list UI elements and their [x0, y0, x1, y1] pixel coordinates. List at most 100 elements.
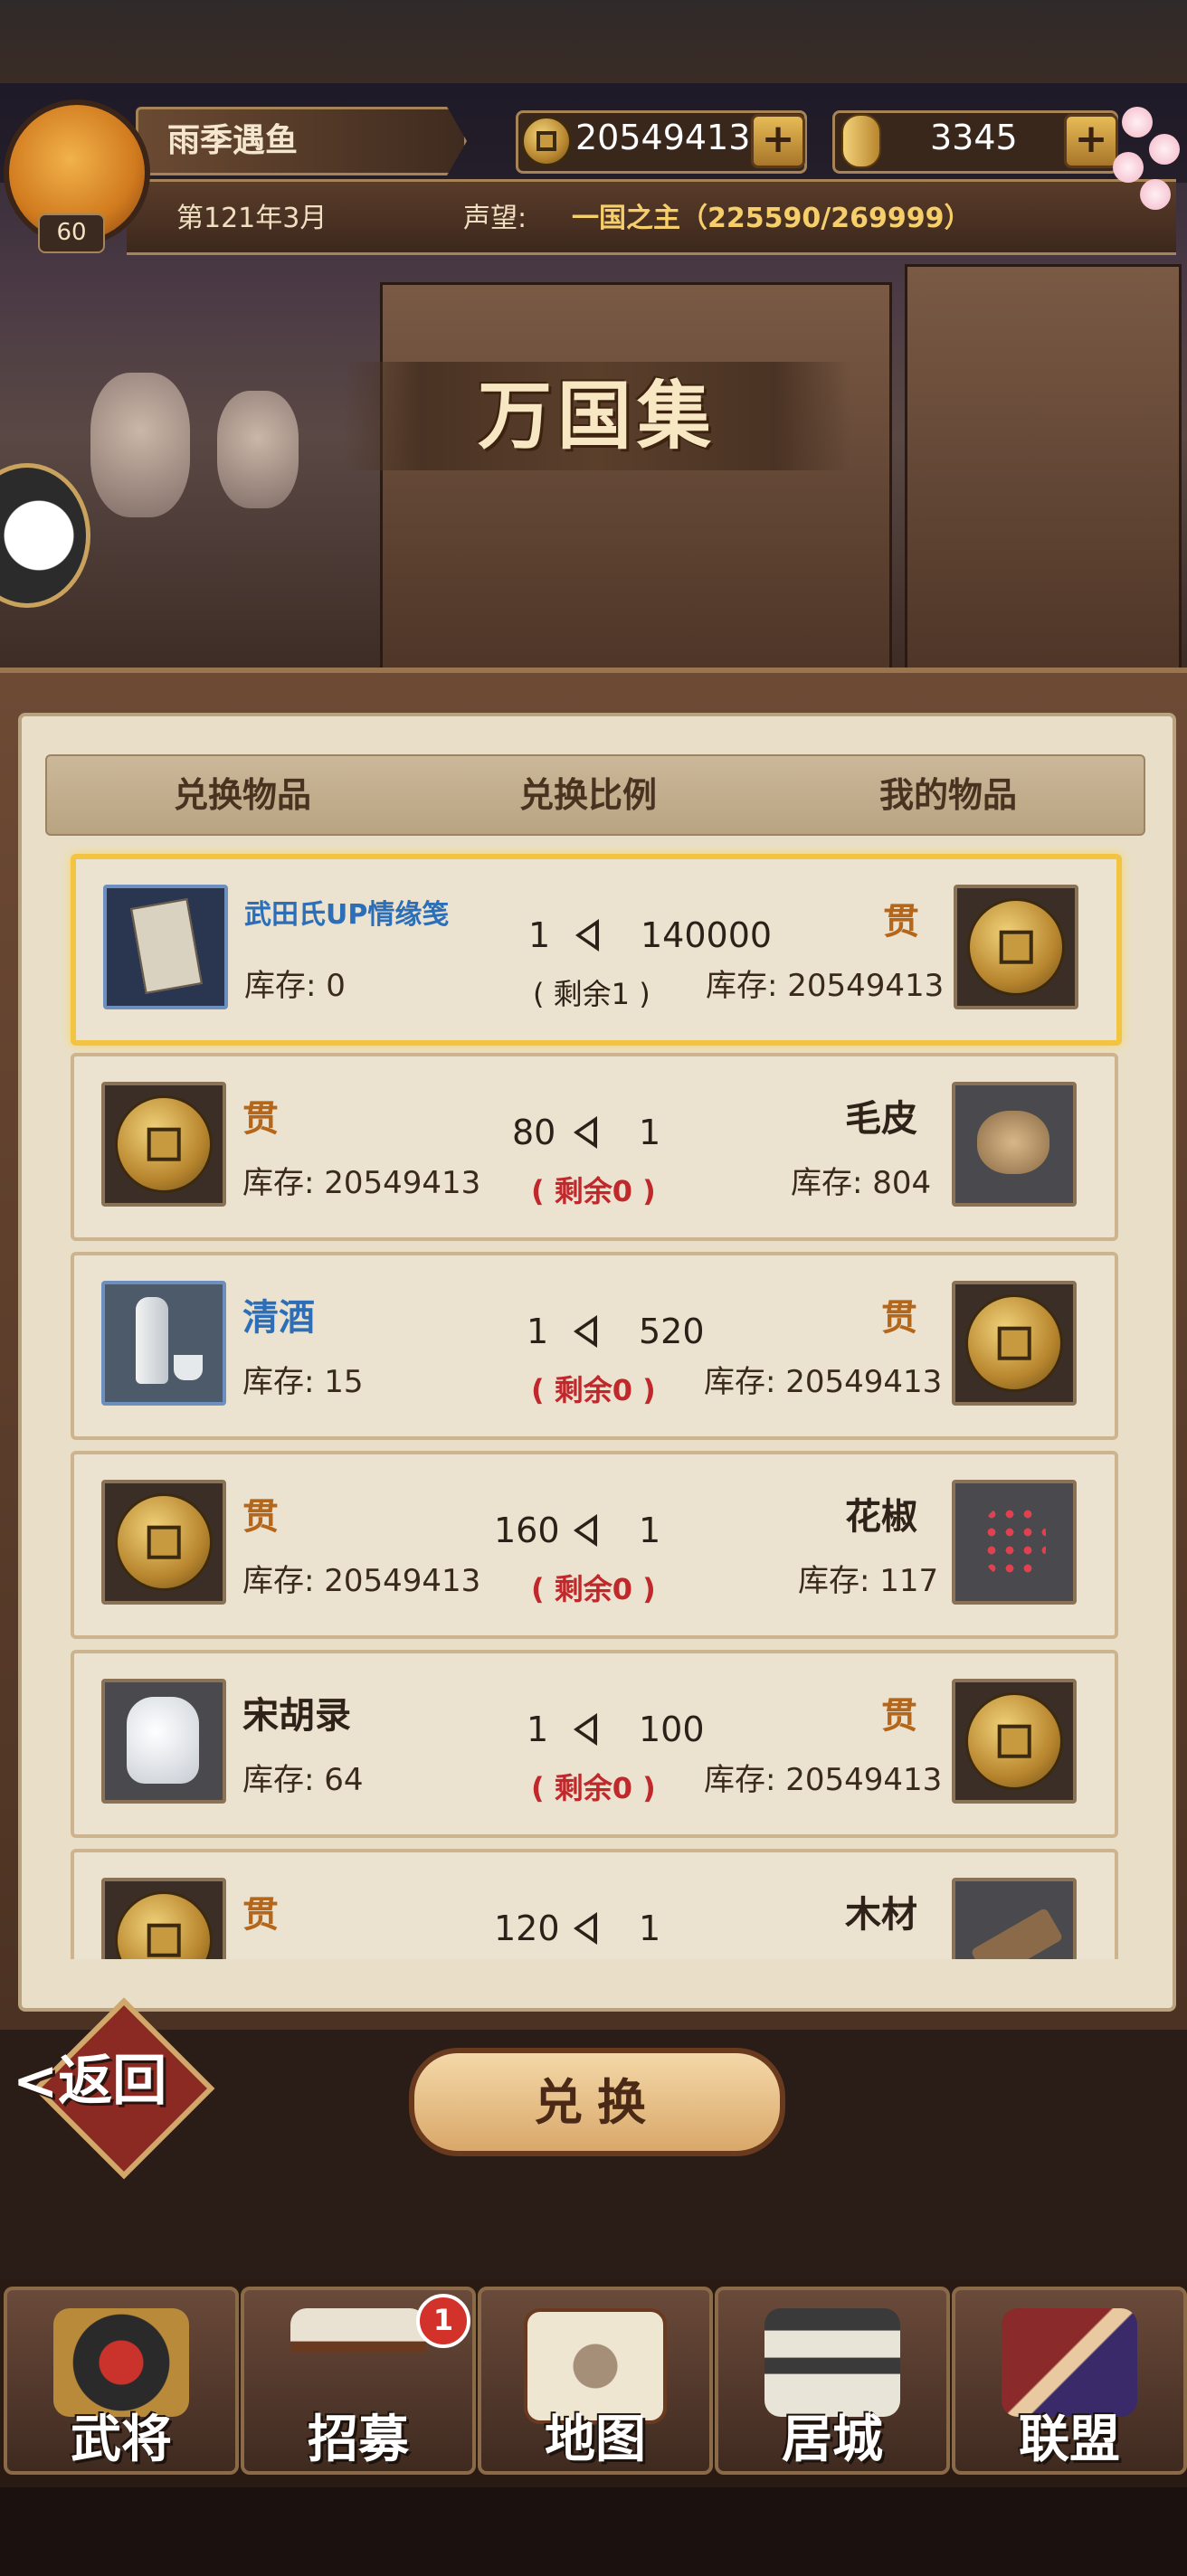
exchange-row[interactable]: 贯 120 1 木材 — [71, 1849, 1118, 1959]
row-remain: ( 剩余0 ) — [531, 1174, 656, 1208]
nav-map-label: 地图 — [545, 2410, 646, 2469]
nav-map[interactable]: 地图 — [478, 2287, 713, 2475]
row-ratio-left: 1 — [527, 1312, 549, 1351]
sake-item-icon — [101, 1281, 226, 1406]
exchange-row[interactable]: 贯 库存: 20549413 160 1 ( 剩余0 ) 花椒 库存: 117 — [71, 1451, 1118, 1639]
row-remain: ( 剩余0 ) — [531, 1771, 656, 1805]
row-ratio-right: 1 — [639, 1908, 661, 1948]
sawankhalok-jar-item-icon — [101, 1679, 226, 1804]
top-band — [0, 0, 1187, 83]
row-right-stock: 库存: 804 — [791, 1165, 932, 1201]
row-right-stock: 库存: 20549413 — [706, 968, 945, 1004]
cherry-blossom-decoration — [1095, 107, 1185, 224]
wood-item-icon — [952, 1878, 1077, 1959]
exchange-list[interactable]: 武田氏UP情缘笺 库存: 0 1 140000 ( 剩余1 ) 贯 库存: 20… — [45, 841, 1142, 1959]
row-ratio-right: 100 — [639, 1709, 705, 1749]
row-left-name: 贯 — [242, 1894, 279, 1936]
row-left-stock: 库存: 0 — [244, 968, 346, 1004]
coin-item-icon — [101, 1082, 226, 1207]
row-right-stock: 库存: 20549413 — [704, 1762, 943, 1798]
nav-alliance-label: 联盟 — [1019, 2410, 1120, 2469]
shelf-illustration — [380, 282, 892, 671]
gold-amount: 3345 — [930, 118, 1018, 157]
ratio-arrow-icon — [574, 1116, 597, 1149]
row-right-stock: 库存: 20549413 — [704, 1364, 943, 1400]
prestige-value: 一国之主（225590/269999） — [572, 203, 972, 234]
row-right-name: 贯 — [881, 1695, 917, 1737]
coin-item-icon — [101, 1878, 226, 1959]
ratio-arrow-icon — [574, 1514, 597, 1547]
row-right-name: 木材 — [845, 1894, 917, 1936]
exchange-button-label: 兑换 — [534, 2073, 660, 2131]
nav-castle-label: 居城 — [782, 2410, 883, 2469]
back-button[interactable]: <返回 — [13, 2042, 194, 2120]
column-header: 兑换物品 兑换比例 我的物品 — [45, 754, 1145, 836]
nav-generals-label: 武将 — [71, 2410, 172, 2469]
row-right-name: 贯 — [881, 1297, 917, 1339]
player-name: 雨季遇鱼 — [167, 122, 299, 159]
row-left-stock: 库存: 64 — [242, 1762, 364, 1798]
cabinet-illustration — [905, 264, 1182, 671]
exchange-row[interactable]: 清酒 库存: 15 1 520 ( 剩余0 ) 贯 库存: 20549413 — [71, 1252, 1118, 1440]
row-left-name: 宋胡录 — [242, 1695, 351, 1737]
prestige-label: 声望: — [463, 203, 527, 234]
row-left-name: 清酒 — [242, 1297, 315, 1339]
exchange-row[interactable]: 宋胡录 库存: 64 1 100 ( 剩余0 ) 贯 库存: 20549413 — [71, 1650, 1118, 1838]
row-right-name: 花椒 — [845, 1496, 917, 1538]
column-my-item: 我的物品 — [879, 775, 1018, 815]
row-left-name: 贯 — [242, 1098, 279, 1140]
coin-icon — [521, 116, 572, 166]
row-right-name: 贯 — [883, 901, 919, 942]
game-date: 第121年3月 — [176, 203, 328, 234]
row-right-stock: 库存: 117 — [798, 1563, 939, 1599]
recruit-notification-badge: 1 — [416, 2294, 470, 2348]
chevron-left-icon: < — [13, 2050, 59, 2113]
row-remain: ( 剩余1 ) — [533, 977, 650, 1011]
ratio-arrow-icon — [574, 1713, 597, 1746]
row-ratio-left: 120 — [494, 1908, 560, 1948]
bottom-nav: 武将 招募 地图 居城 联盟 — [0, 2279, 1187, 2487]
coin-item-icon — [101, 1480, 226, 1605]
nav-alliance[interactable]: 联盟 — [952, 2287, 1187, 2475]
row-right-name: 毛皮 — [845, 1098, 917, 1140]
row-ratio-left: 1 — [528, 915, 551, 955]
fur-item-icon — [952, 1082, 1077, 1207]
row-remain: ( 剩余0 ) — [531, 1572, 656, 1606]
player-level: 60 — [38, 213, 105, 253]
coin-item-icon — [952, 1679, 1077, 1804]
nav-generals[interactable]: 武将 — [4, 2287, 239, 2475]
row-ratio-right: 520 — [639, 1312, 705, 1351]
ratio-arrow-icon — [574, 1315, 597, 1348]
row-ratio-right: 1 — [639, 1511, 661, 1550]
gold-ingot-icon — [841, 114, 881, 168]
nav-castle[interactable]: 居城 — [715, 2287, 950, 2475]
back-label: 返回 — [58, 2050, 167, 2113]
page-title: 万国集 — [477, 373, 717, 459]
sichuan-pepper-item-icon — [952, 1480, 1077, 1605]
row-ratio-left: 1 — [527, 1709, 549, 1749]
coin-item-icon — [952, 1281, 1077, 1406]
row-remain: ( 剩余0 ) — [531, 1373, 656, 1407]
ratio-arrow-icon — [575, 919, 599, 952]
exchange-row[interactable]: 武田氏UP情缘笺 库存: 0 1 140000 ( 剩余1 ) 贯 库存: 20… — [71, 854, 1122, 1046]
row-left-name: 贯 — [242, 1496, 279, 1538]
ratio-arrow-icon — [574, 1912, 597, 1945]
lantern-illustration — [217, 391, 299, 508]
column-exchange-item: 兑换物品 — [174, 775, 312, 815]
nav-recruit-label: 招募 — [308, 2410, 409, 2469]
row-left-stock: 库存: 20549413 — [242, 1165, 481, 1201]
coin-item-icon — [954, 885, 1078, 1009]
row-left-stock: 库存: 20549413 — [242, 1563, 481, 1599]
lantern-illustration — [90, 373, 190, 517]
row-ratio-left: 160 — [494, 1511, 560, 1550]
column-exchange-ratio: 兑换比例 — [519, 775, 658, 815]
love-letter-item-icon — [103, 885, 228, 1009]
row-ratio-right: 1 — [639, 1113, 661, 1152]
row-ratio-left: 80 — [512, 1113, 556, 1152]
coin-amount: 20549413 — [575, 118, 751, 157]
row-left-stock: 库存: 15 — [242, 1364, 364, 1400]
exchange-row[interactable]: 贯 库存: 20549413 80 1 ( 剩余0 ) 毛皮 库存: 804 — [71, 1053, 1118, 1241]
row-left-name: 武田氏UP情缘笺 — [244, 899, 450, 931]
row-ratio-right: 140000 — [641, 915, 773, 955]
add-coins-button[interactable]: + — [751, 114, 805, 168]
